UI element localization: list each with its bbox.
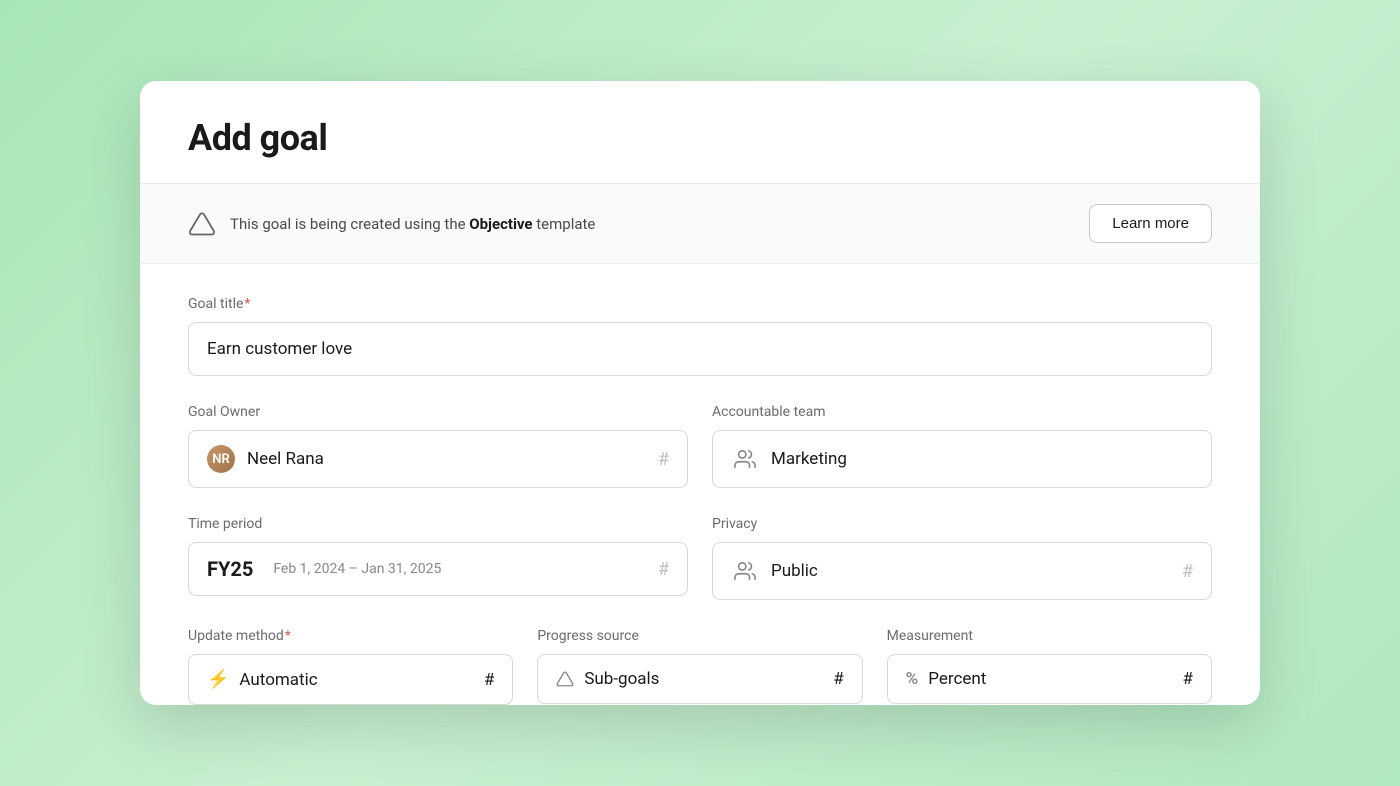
- time-period-subtext: Feb 1, 2024 – Jan 31, 2025: [273, 561, 441, 577]
- bottom-section: Update method* Progress source Measureme…: [188, 628, 1212, 705]
- privacy-col: Privacy Public #: [712, 516, 1212, 600]
- goal-owner-value: Neel Rana: [247, 449, 646, 469]
- goal-owner-hash: #: [658, 449, 669, 470]
- privacy-label: Privacy: [712, 516, 1212, 532]
- add-goal-modal: Add goal This goal is being created usin…: [140, 81, 1260, 705]
- progress-source-field-col: Sub-goals #: [537, 654, 862, 705]
- modal-title: Add goal: [188, 117, 1212, 159]
- privacy-value: Public: [771, 561, 1170, 581]
- accountable-team-value: Marketing: [771, 449, 1193, 469]
- percent-icon: %: [906, 669, 919, 689]
- update-method-select[interactable]: ⚡ Automatic #: [188, 654, 513, 705]
- progress-source-select[interactable]: Sub-goals #: [537, 654, 862, 704]
- goal-owner-select[interactable]: NR Neel Rana #: [188, 430, 688, 488]
- objective-icon: [188, 210, 216, 238]
- learn-more-button[interactable]: Learn more: [1089, 204, 1212, 243]
- progress-source-col: Progress source: [537, 628, 862, 654]
- progress-source-label: Progress source: [537, 628, 862, 644]
- team-icon-wrapper: [731, 445, 759, 473]
- public-icon: [734, 560, 756, 582]
- goal-owner-label: Goal Owner: [188, 404, 688, 420]
- template-banner-left: This goal is being created using the Obj…: [188, 210, 595, 238]
- accountable-team-col: Accountable team Marketing: [712, 404, 1212, 488]
- modal-header: Add goal: [140, 81, 1260, 183]
- update-method-value: Automatic: [239, 670, 317, 690]
- measurement-value: Percent: [928, 669, 986, 689]
- people-icon: [734, 448, 756, 470]
- measurement-field-col: % Percent #: [887, 654, 1212, 705]
- form-body: Goal title* Goal Owner NR Neel Rana # Ac…: [140, 264, 1260, 705]
- measurement-label: Measurement: [887, 628, 1212, 644]
- progress-source-hash: #: [833, 669, 843, 689]
- update-method-col: Update method*: [188, 628, 513, 654]
- bottom-fields-row: ⚡ Automatic # Sub-goals #: [188, 654, 1212, 705]
- time-privacy-row: Time period FY25 Feb 1, 2024 – Jan 31, 2…: [188, 516, 1212, 600]
- time-period-label: Time period: [188, 516, 688, 532]
- measurement-select[interactable]: % Percent #: [887, 654, 1212, 704]
- lightning-icon: ⚡: [207, 669, 229, 690]
- goal-title-label: Goal title*: [188, 296, 1212, 312]
- measurement-col: Measurement: [887, 628, 1212, 654]
- avatar: NR: [207, 445, 235, 473]
- template-banner: This goal is being created using the Obj…: [140, 184, 1260, 264]
- fy-badge: FY25: [207, 557, 253, 581]
- subgoals-icon: [556, 670, 574, 688]
- goal-title-input[interactable]: [188, 322, 1212, 376]
- measurement-hash: #: [1183, 669, 1193, 689]
- update-method-hash: #: [484, 670, 494, 690]
- update-method-label: Update method*: [188, 628, 513, 644]
- time-period-hash: #: [658, 559, 669, 580]
- template-text: This goal is being created using the Obj…: [230, 215, 595, 233]
- goal-title-group: Goal title*: [188, 296, 1212, 376]
- progress-source-value: Sub-goals: [584, 669, 659, 689]
- time-period-col: Time period FY25 Feb 1, 2024 – Jan 31, 2…: [188, 516, 688, 600]
- privacy-select[interactable]: Public #: [712, 542, 1212, 600]
- time-period-select[interactable]: FY25 Feb 1, 2024 – Jan 31, 2025 #: [188, 542, 688, 596]
- bottom-labels-row: Update method* Progress source Measureme…: [188, 628, 1212, 654]
- accountable-team-label: Accountable team: [712, 404, 1212, 420]
- owner-team-row: Goal Owner NR Neel Rana # Accountable te…: [188, 404, 1212, 488]
- privacy-hash: #: [1182, 561, 1193, 582]
- accountable-team-select[interactable]: Marketing: [712, 430, 1212, 488]
- privacy-icon-wrapper: [731, 557, 759, 585]
- update-method-field-col: ⚡ Automatic #: [188, 654, 513, 705]
- goal-owner-col: Goal Owner NR Neel Rana #: [188, 404, 688, 488]
- avatar-image: NR: [207, 445, 235, 473]
